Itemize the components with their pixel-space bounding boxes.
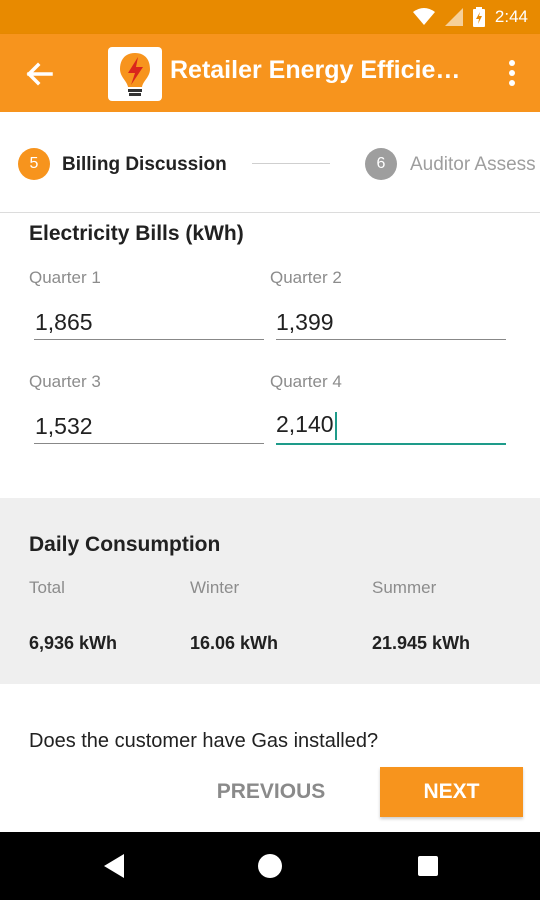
quarter-3-input[interactable]: 1,532	[35, 413, 93, 440]
battery-icon	[472, 7, 485, 27]
more-vert-icon[interactable]	[504, 58, 520, 88]
quarter-1-input[interactable]: 1,865	[35, 309, 93, 336]
quarter-4-input[interactable]: 2,140	[276, 411, 337, 440]
next-button[interactable]: NEXT	[380, 767, 523, 817]
total-value: 6,936 kWh	[29, 633, 118, 653]
quarter-4-value: 2,140	[276, 411, 334, 437]
system-nav-bar	[0, 832, 540, 900]
step-label-next[interactable]: Auditor Assess	[410, 154, 536, 176]
previous-button[interactable]: PREVIOUS	[196, 768, 346, 816]
quarter-2-input[interactable]: 1,399	[276, 309, 334, 336]
recents-square-icon[interactable]	[408, 846, 448, 886]
wifi-icon	[412, 8, 435, 25]
quarter-4-label: Quarter 4	[270, 372, 342, 391]
quarter-1-underline	[34, 339, 264, 340]
winter-label: Winter	[190, 578, 240, 597]
app-title: Retailer Energy Efficie…	[170, 56, 461, 84]
daily-consumption-panel: Daily Consumption Total 6,936 kWh Winter…	[0, 498, 540, 684]
signal-icon	[444, 8, 463, 26]
quarter-1-label: Quarter 1	[29, 268, 101, 287]
status-bar: 2:44	[0, 0, 540, 34]
stepper: 5 Billing Discussion 6 Auditor Assess	[0, 112, 540, 213]
arrow-back-icon[interactable]	[22, 57, 56, 91]
daily-consumption-title: Daily Consumption	[29, 533, 221, 556]
step-number-active: 5	[18, 148, 50, 180]
summer-label: Summer	[372, 578, 437, 597]
home-circle-icon[interactable]	[250, 846, 290, 886]
step-label-active[interactable]: Billing Discussion	[62, 154, 227, 176]
summer-value: 21.945 kWh	[372, 633, 471, 653]
quarter-2-label: Quarter 2	[270, 268, 342, 287]
step-number-next: 6	[365, 148, 397, 180]
quarter-3-underline	[34, 443, 264, 444]
quarter-2-underline	[276, 339, 506, 340]
back-triangle-icon[interactable]	[94, 846, 134, 886]
quarter-4-underline-focused	[276, 443, 506, 445]
gas-question: Does the customer have Gas installed?	[29, 730, 379, 752]
status-time: 2:44	[494, 7, 528, 26]
winter-value: 16.06 kWh	[190, 633, 279, 653]
app-bar: Retailer Energy Efficie…	[0, 34, 540, 112]
total-label: Total	[29, 578, 65, 597]
step-connector	[252, 163, 330, 164]
quarter-3-label: Quarter 3	[29, 372, 101, 391]
electricity-section-title: Electricity Bills (kWh)	[29, 222, 244, 245]
lightbulb-logo-icon	[108, 47, 162, 101]
text-cursor	[334, 411, 337, 440]
